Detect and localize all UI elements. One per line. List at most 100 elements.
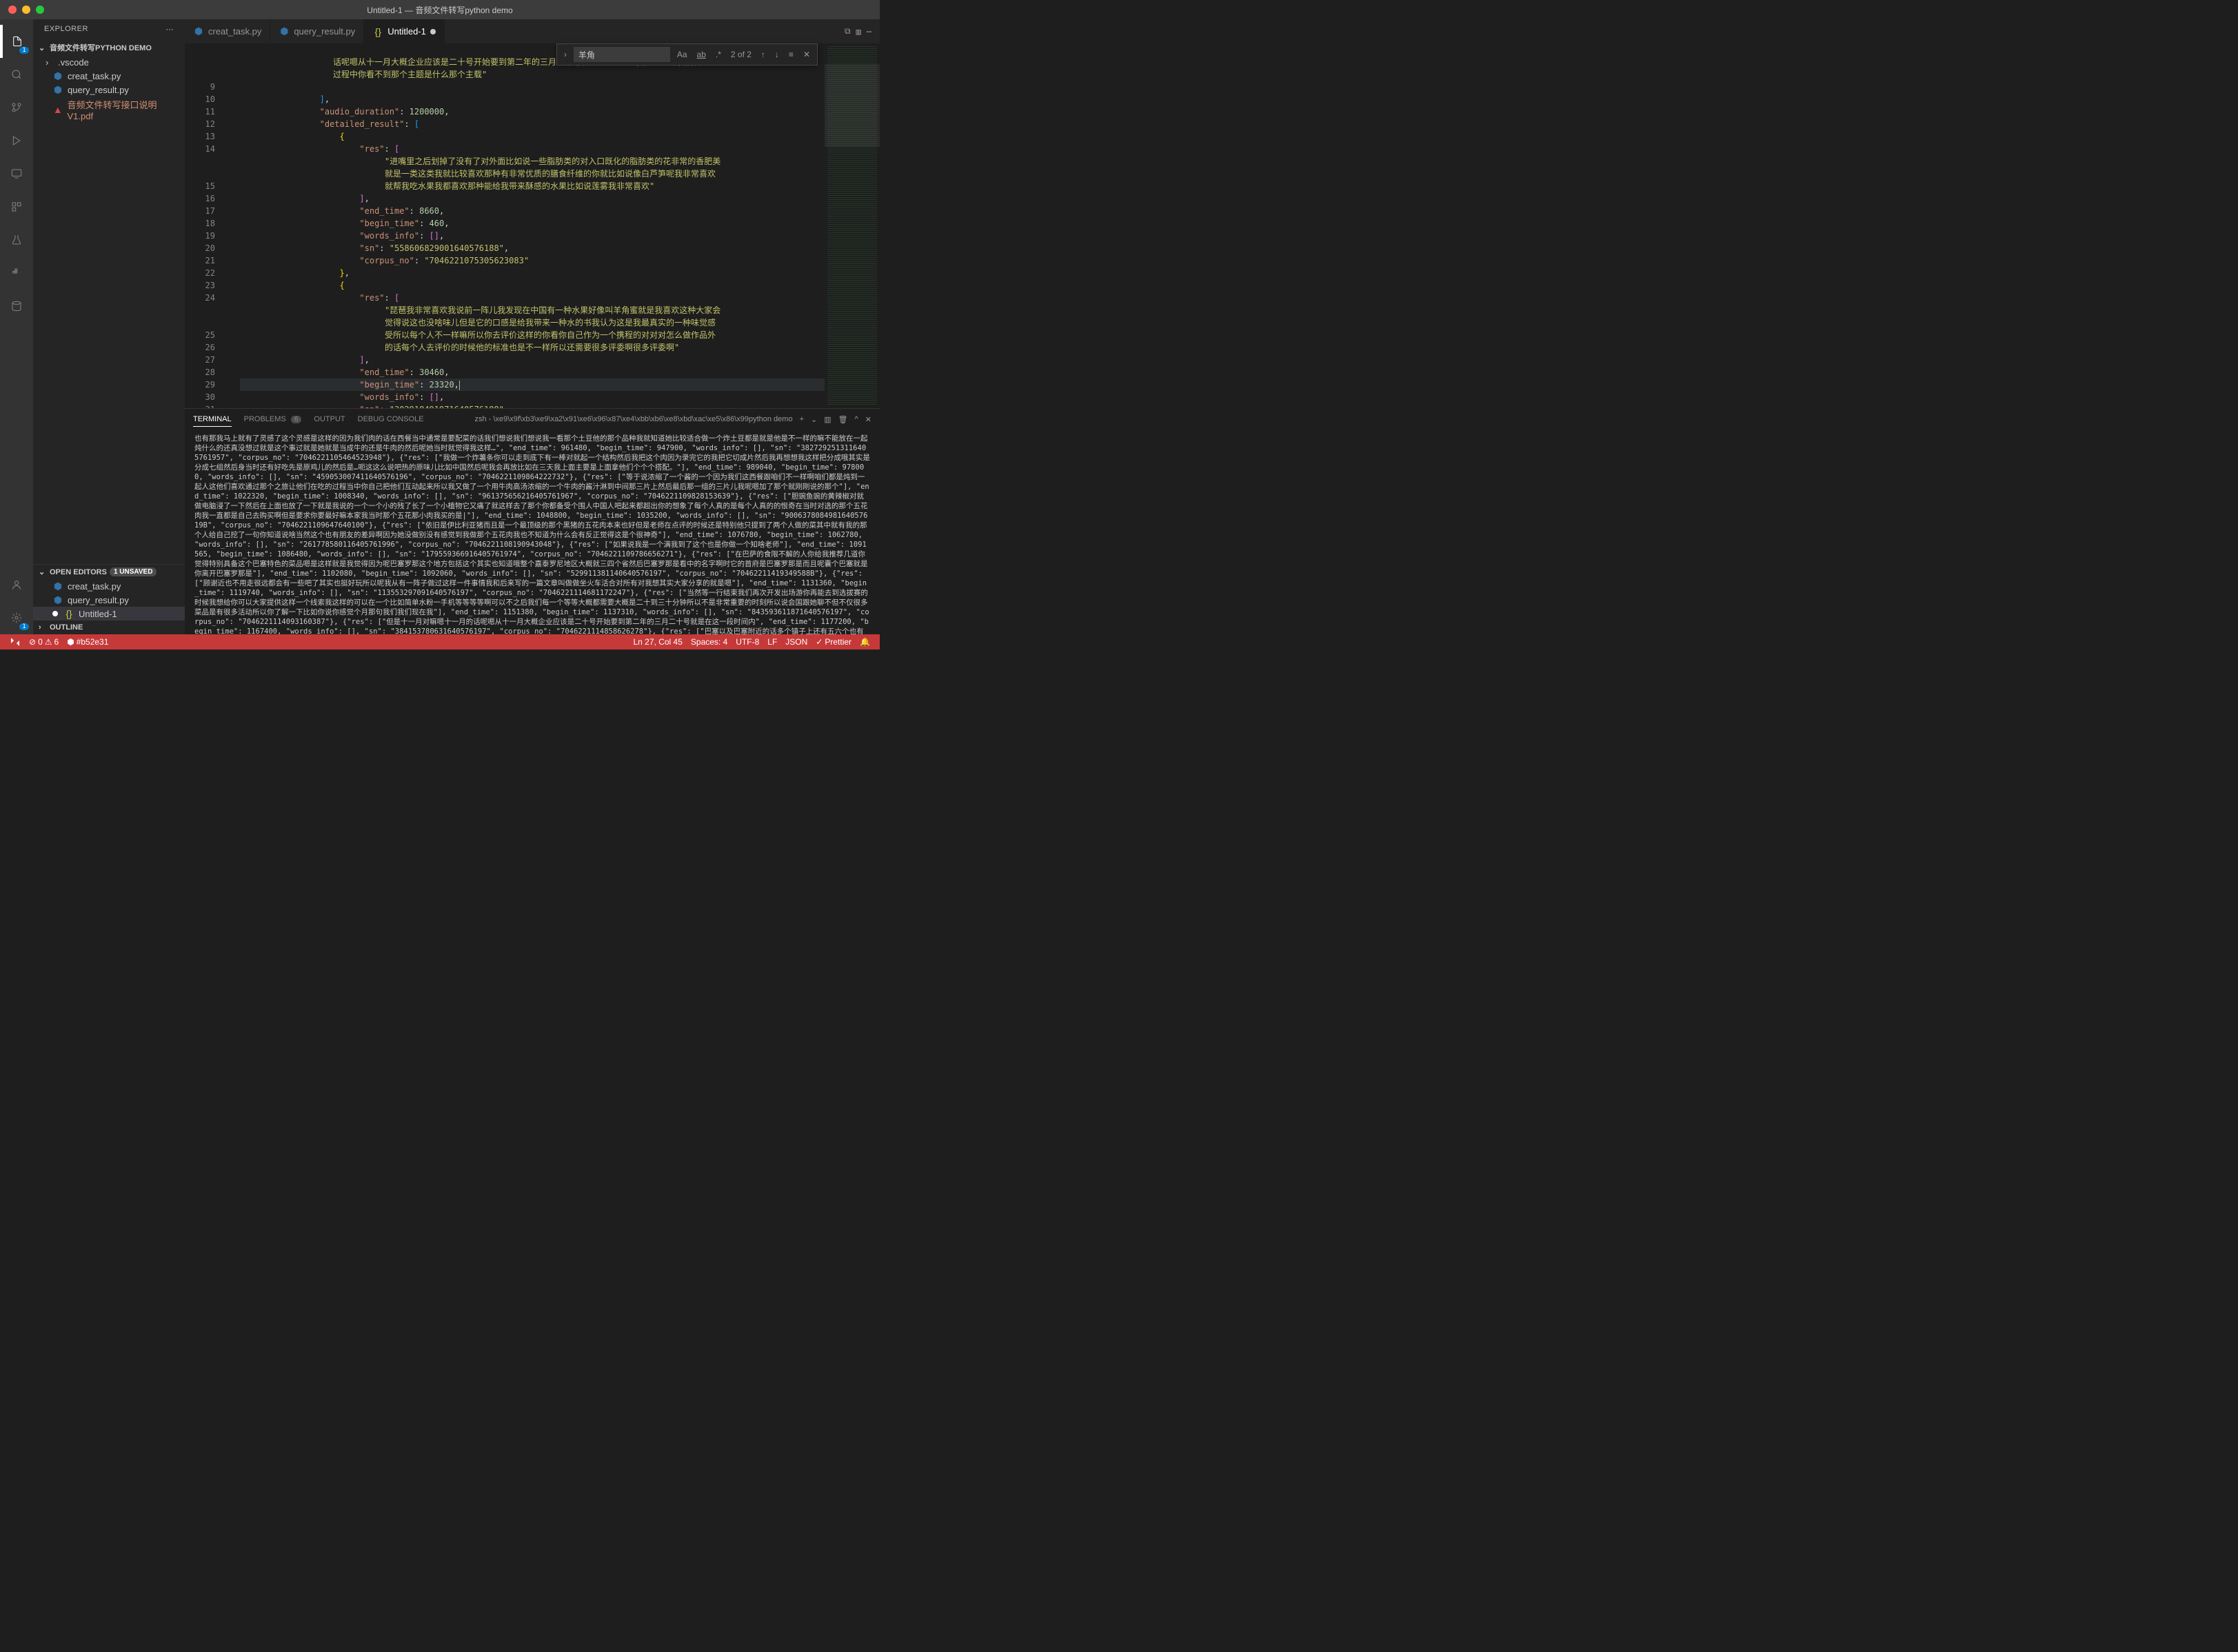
minimap-slider[interactable]	[825, 64, 880, 147]
open-editor-item[interactable]: ⬢ query_result.py	[33, 593, 185, 607]
find-prev-icon[interactable]: ↑	[758, 48, 768, 61]
errors-count: 0	[38, 637, 43, 647]
kill-terminal-icon[interactable]: 🗑	[838, 415, 848, 424]
files-icon	[12, 36, 23, 47]
notifications-status[interactable]: 🔔	[856, 637, 874, 647]
find-next-icon[interactable]: ↓	[772, 48, 782, 61]
extensions-activity[interactable]	[0, 190, 33, 223]
language-status[interactable]: JSON	[781, 637, 811, 647]
close-window-button[interactable]	[8, 6, 17, 14]
db-activity[interactable]	[0, 290, 33, 323]
line-gutter: 9101112131415161718192021222324252627282…	[185, 43, 226, 408]
folder-vscode[interactable]: › .vscode	[33, 56, 185, 69]
python-file-icon: ⬢	[52, 594, 63, 605]
match-word-icon[interactable]: ab	[694, 48, 709, 61]
eol-status[interactable]: LF	[763, 637, 781, 647]
terminal-dropdown-icon[interactable]: ⌄	[811, 415, 817, 424]
window-controls	[0, 6, 44, 14]
tab-untitled[interactable]: {} Untitled-1	[364, 19, 445, 43]
minimap[interactable]	[825, 43, 880, 408]
prettier-status[interactable]: ✓ Prettier	[811, 637, 856, 647]
run-activity[interactable]	[0, 124, 33, 157]
file-query-result[interactable]: ⬢ query_result.py	[33, 83, 185, 97]
terminal-tab[interactable]: TERMINAL	[193, 412, 232, 427]
split-terminal-icon[interactable]: ▥	[824, 415, 831, 424]
find-expand-icon[interactable]: ›	[561, 48, 569, 61]
maximize-window-button[interactable]	[36, 6, 44, 14]
close-panel-icon[interactable]: ✕	[865, 415, 871, 424]
match-case-icon[interactable]: Aa	[674, 48, 690, 61]
tab-creat-task[interactable]: ⬢ creat_task.py	[185, 19, 270, 43]
editor-body[interactable]: 9101112131415161718192021222324252627282…	[185, 43, 880, 408]
panel-tabs: TERMINAL PROBLEMS 6 OUTPUT DEBUG CONSOLE…	[185, 409, 880, 430]
indent-status[interactable]: Spaces: 4	[687, 637, 732, 647]
explorer-activity[interactable]: 1	[0, 25, 33, 58]
open-editors-label: OPEN EDITORS	[50, 568, 107, 576]
search-activity[interactable]	[0, 58, 33, 91]
chevron-right-icon: ›	[39, 623, 47, 632]
terminal-output[interactable]: 也有那我马上就有了灵感了这个灵感是这样的因为我们肉的话在西餐当中通常是要配菜的话…	[185, 430, 880, 634]
settings-badge: 1	[19, 623, 29, 630]
terminal-selector[interactable]: zsh - \xe9\x9f\xb3\xe9\xa2\x91\xe6\x96\x…	[475, 415, 793, 423]
test-activity[interactable]	[0, 223, 33, 256]
outline-header[interactable]: › OUTLINE	[33, 621, 185, 634]
error-icon: ⊘	[29, 637, 36, 647]
status-bar: ⊘0 ⚠6 ⬢#b52e31 Ln 27, Col 45 Spaces: 4 U…	[0, 634, 880, 649]
find-close-icon[interactable]: ✕	[800, 48, 813, 61]
docker-activity[interactable]	[0, 256, 33, 290]
play-icon	[11, 135, 22, 146]
sidebar-title: EXPLORER	[44, 25, 88, 34]
python-file-icon: ⬢	[193, 26, 204, 37]
database-icon	[11, 301, 22, 312]
find-count: 2 of 2	[728, 50, 754, 59]
problems-count: 6	[291, 416, 302, 423]
chevron-down-icon: ⌄	[39, 567, 47, 576]
new-terminal-icon[interactable]: +	[800, 415, 804, 423]
remote-activity[interactable]	[0, 157, 33, 190]
code-content[interactable]: 话呢嗯从十一月大概企业应该是二十号开始要到第二年的三月二十号就是在这一时…我都知…	[226, 43, 825, 408]
line-col-status[interactable]: Ln 27, Col 45	[629, 637, 687, 647]
minimize-window-button[interactable]	[22, 6, 30, 14]
panel-actions: zsh - \xe9\x9f\xb3\xe9\xa2\x91\xe6\x96\x…	[475, 415, 871, 424]
json-file-icon: {}	[372, 26, 383, 37]
git-branch-status[interactable]: ⬢#b52e31	[63, 637, 112, 647]
scm-activity[interactable]	[0, 91, 33, 124]
errors-status[interactable]: ⊘0 ⚠6	[25, 637, 63, 647]
file-creat-task[interactable]: ⬢ creat_task.py	[33, 69, 185, 83]
check-icon: ✓	[816, 637, 823, 647]
code-lines: ], "audio_duration": 1200000, "detailed_…	[226, 93, 825, 408]
person-icon	[11, 579, 22, 590]
file-pdf-doc[interactable]: ▲ 音频文件转写接口说明V1.pdf	[33, 97, 185, 123]
project-root[interactable]: ⌄ 音频文件转写PYTHON DEMO	[33, 39, 185, 56]
open-editors-header[interactable]: ⌄ OPEN EDITORS 1 UNSAVED	[33, 565, 185, 579]
debug-console-tab[interactable]: DEBUG CONSOLE	[358, 412, 424, 426]
problems-tab[interactable]: PROBLEMS 6	[244, 412, 302, 426]
find-selection-icon[interactable]: ≡	[786, 48, 796, 61]
branch-icon	[11, 102, 22, 113]
encoding-status[interactable]: UTF-8	[732, 637, 763, 647]
more-tab-actions-icon[interactable]: ⋯	[867, 27, 871, 37]
remote-icon	[11, 168, 22, 179]
open-editor-item[interactable]: ⬢ creat_task.py	[33, 579, 185, 593]
open-editor-item[interactable]: {} Untitled-1	[33, 607, 185, 621]
modified-dot-icon	[52, 611, 58, 616]
window-title: Untitled-1 — 音频文件转写python demo	[367, 4, 512, 16]
settings-activity[interactable]: 1	[0, 601, 33, 634]
file-label: 音频文件转写接口说明V1.pdf	[68, 98, 179, 121]
split-editor-icon[interactable]: ▥	[856, 27, 861, 37]
remote-indicator[interactable]	[6, 636, 25, 647]
account-activity[interactable]	[0, 568, 33, 601]
compare-icon[interactable]: ⧉	[845, 26, 851, 37]
folder-label: .vscode	[58, 57, 89, 68]
regex-icon[interactable]: .*	[713, 48, 724, 61]
sidebar-more-icon[interactable]: ⋯	[166, 25, 174, 34]
git-branch: #b52e31	[77, 637, 109, 647]
search-icon	[11, 69, 22, 80]
cursor	[459, 381, 460, 390]
extensions-icon	[11, 201, 22, 212]
find-input[interactable]	[574, 47, 670, 62]
tab-query-result[interactable]: ⬢ query_result.py	[270, 19, 364, 43]
remote-icon	[10, 636, 21, 647]
output-tab[interactable]: OUTPUT	[314, 412, 345, 426]
maximize-panel-icon[interactable]: ^	[855, 415, 858, 423]
